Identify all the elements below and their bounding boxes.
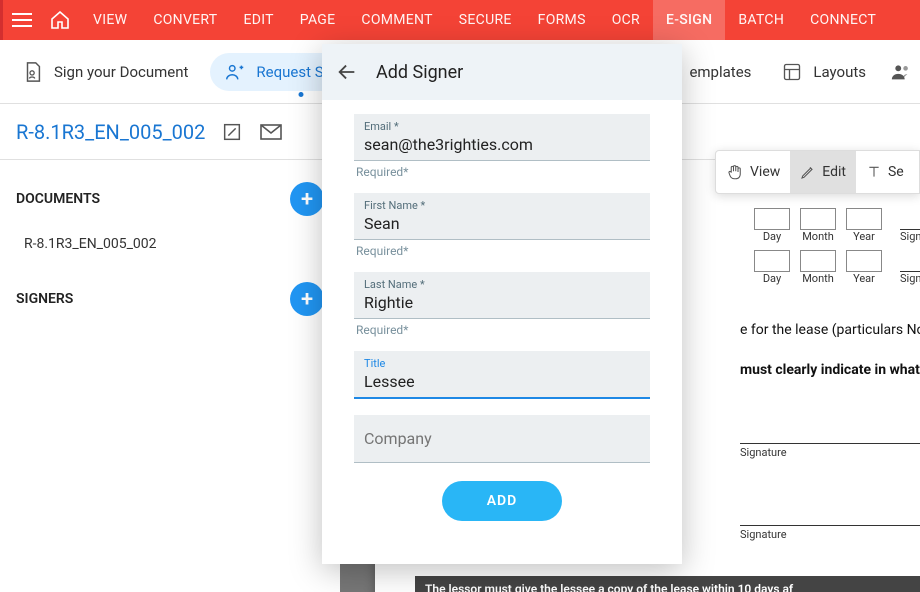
text-select-icon <box>866 164 882 180</box>
menu-batch[interactable]: BATCH <box>725 0 797 40</box>
email-input[interactable] <box>364 133 640 154</box>
email-field-wrapper[interactable]: Email * <box>354 114 650 161</box>
back-arrow-icon[interactable] <box>336 61 358 83</box>
email-required-hint: Required* <box>356 165 650 179</box>
menu-forms[interactable]: FORMS <box>525 0 599 40</box>
last-name-input[interactable] <box>364 291 640 312</box>
page-text-1a: e for the lease (particulars Nos. 11 and… <box>740 322 920 338</box>
first-name-required-hint: Required* <box>356 244 650 258</box>
layouts-button[interactable]: Layouts <box>767 53 880 91</box>
view-mode-button[interactable]: View <box>716 151 790 193</box>
add-signer-submit-button[interactable]: ADD <box>442 481 562 521</box>
view-mode-label: View <box>750 164 780 180</box>
signers-header-row: SIGNERS + <box>0 272 340 326</box>
page-text-2: must clearly indicate in what capacity <box>740 362 920 378</box>
first-name-label: First Name * <box>364 199 640 212</box>
title-label: Title <box>364 357 640 370</box>
menu-connect[interactable]: CONNECT <box>797 0 889 40</box>
last-name-required-hint: Required* <box>356 323 650 337</box>
modal-header: Add Signer <box>322 44 682 100</box>
document-list-item[interactable]: R-8.1R3_EN_005_002 <box>0 226 340 262</box>
signers-icon[interactable] <box>890 61 912 83</box>
layouts-icon <box>781 61 803 83</box>
modal-title: Add Signer <box>376 62 463 83</box>
add-document-button[interactable]: + <box>290 182 324 216</box>
sign-your-document-button[interactable]: Sign your Document <box>8 53 202 91</box>
hamburger-menu[interactable] <box>0 0 40 40</box>
templates-button[interactable]: emplates <box>675 55 765 89</box>
add-signer-panel: Add Signer Email * Required* First Name … <box>322 44 682 564</box>
sign-document-icon <box>22 61 44 83</box>
documents-header: DOCUMENTS <box>16 191 100 207</box>
select-mode-button[interactable]: Se <box>856 151 914 193</box>
left-sidebar: DOCUMENTS + R-8.1R3_EN_005_002 SIGNERS + <box>0 160 340 592</box>
sign-your-document-label: Sign your Document <box>54 63 188 81</box>
page-signature-label: Signature <box>740 446 920 459</box>
hand-icon <box>726 163 744 181</box>
view-edit-toolbar: View Edit Se <box>715 150 920 194</box>
email-label: Email * <box>364 120 640 133</box>
templates-label: emplates <box>689 63 751 81</box>
main-menu-bar: VIEW CONVERT EDIT PAGE COMMENT SECURE FO… <box>0 0 920 40</box>
menu-ocr[interactable]: OCR <box>599 0 653 40</box>
last-name-label: Last Name * <box>364 278 640 291</box>
title-field-wrapper[interactable]: Title <box>354 351 650 399</box>
menu-view[interactable]: VIEW <box>80 0 140 40</box>
home-button[interactable] <box>40 11 80 29</box>
envelope-icon[interactable] <box>259 122 283 142</box>
first-name-input[interactable] <box>364 212 640 233</box>
edit-mode-label: Edit <box>822 164 846 180</box>
documents-header-row: DOCUMENTS + <box>0 172 340 226</box>
request-signature-icon <box>224 61 246 83</box>
first-name-field-wrapper[interactable]: First Name * <box>354 193 650 240</box>
company-field-wrapper[interactable] <box>354 415 650 463</box>
page-label-siglessee: Signature of le <box>900 230 920 243</box>
page-label-day: Day <box>754 230 790 243</box>
menu-secure[interactable]: SECURE <box>446 0 525 40</box>
menu-edit[interactable]: EDIT <box>230 0 286 40</box>
signers-header: SIGNERS <box>16 291 73 307</box>
page-footer-notice: The lessor must give the lessee a copy o… <box>415 576 920 592</box>
modal-body: Email * Required* First Name * Required*… <box>322 100 682 564</box>
select-mode-label: Se <box>888 164 904 180</box>
pencil-icon <box>800 164 816 180</box>
menu-esign[interactable]: E-SIGN <box>653 0 725 40</box>
page-label-year: Year <box>846 230 882 243</box>
title-input[interactable] <box>364 370 640 391</box>
company-input[interactable] <box>364 415 640 462</box>
layouts-label: Layouts <box>813 63 866 81</box>
menu-comment[interactable]: COMMENT <box>348 0 445 40</box>
rename-icon[interactable] <box>221 121 243 143</box>
add-signer-button[interactable]: + <box>290 282 324 316</box>
menu-page[interactable]: PAGE <box>287 0 349 40</box>
menu-convert[interactable]: CONVERT <box>140 0 230 40</box>
edit-mode-button[interactable]: Edit <box>790 151 856 193</box>
last-name-field-wrapper[interactable]: Last Name * <box>354 272 650 319</box>
page-label-month: Month <box>800 230 836 243</box>
document-name: R-8.1R3_EN_005_002 <box>16 120 205 144</box>
